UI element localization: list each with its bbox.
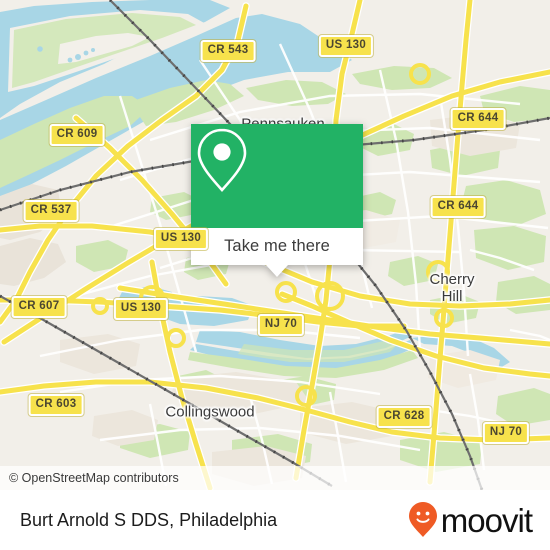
place-label-collingswood: Collingswood xyxy=(165,403,255,421)
road-shield: CR 603 xyxy=(28,394,84,416)
place-label-cherry-hill: Cherry Hill xyxy=(429,271,474,305)
road-shield: US 130 xyxy=(153,228,209,250)
road-shield: CR 537 xyxy=(23,200,79,222)
moovit-pin-smiley-icon xyxy=(408,502,437,537)
road-shield: US 130 xyxy=(318,35,374,57)
place-label-line: Cherry xyxy=(429,271,475,288)
map-canvas[interactable]: CR 543 US 130 CR 609 CR 644 CR 537 CR 64… xyxy=(0,0,550,490)
road-shield: CR 644 xyxy=(430,196,486,218)
moovit-wordmark: moovit xyxy=(440,501,533,539)
location-pin-icon xyxy=(197,128,247,192)
road-shield: CR 644 xyxy=(450,108,506,130)
popup-pin-area xyxy=(191,124,363,228)
road-shield: US 130 xyxy=(113,298,169,320)
road-shield: CR 543 xyxy=(200,40,256,62)
footer-bar: Burt Arnold S DDS, Philadelphia moovit xyxy=(0,490,550,550)
attribution-text: © OpenStreetMap contributors xyxy=(9,471,179,485)
place-label-line: Hill xyxy=(441,288,463,305)
road-shield: CR 628 xyxy=(376,406,432,428)
road-shield: NJ 70 xyxy=(257,314,305,336)
popup-tail-pointer xyxy=(266,265,288,277)
place-title: Burt Arnold S DDS, Philadelphia xyxy=(20,509,278,530)
take-me-there-popup[interactable]: Take me there xyxy=(191,124,363,277)
popup-action-bar[interactable]: Take me there xyxy=(191,228,363,265)
road-shield: CR 609 xyxy=(49,124,105,146)
map-screenshot: CR 543 US 130 CR 609 CR 644 CR 537 CR 64… xyxy=(0,0,550,550)
road-shield: NJ 70 xyxy=(482,422,530,444)
moovit-logo[interactable]: moovit xyxy=(408,501,533,539)
take-me-there-label: Take me there xyxy=(224,237,330,255)
map-attribution[interactable]: © OpenStreetMap contributors xyxy=(0,466,550,490)
road-shield: CR 607 xyxy=(11,296,67,318)
